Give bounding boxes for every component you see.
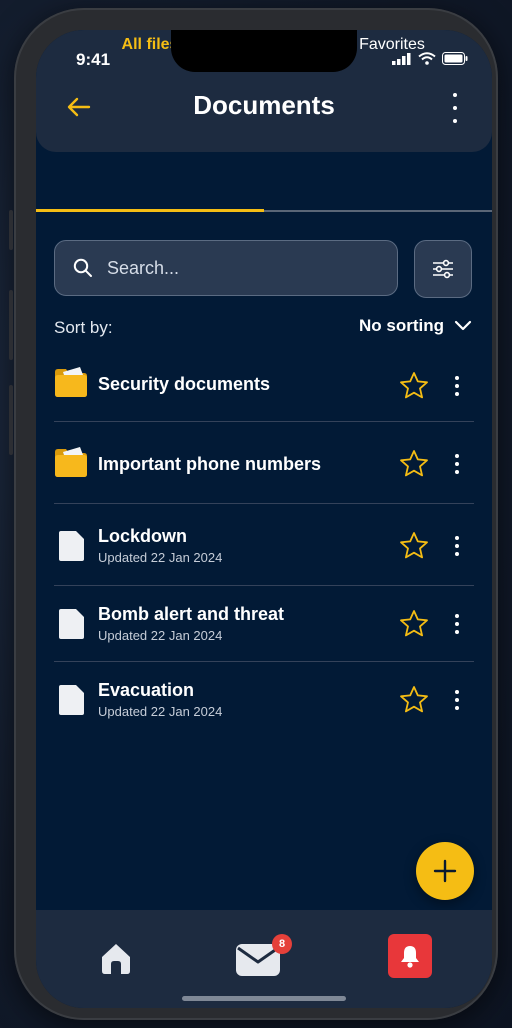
home-indicator [182, 996, 346, 1001]
sort-dropdown[interactable]: No sorting [359, 316, 472, 336]
list-item[interactable]: Important phone numbers [54, 422, 474, 504]
star-outline-icon[interactable] [398, 530, 430, 562]
star-outline-icon[interactable] [398, 608, 430, 640]
camera-notch [171, 30, 357, 72]
plus-icon [433, 859, 457, 883]
page-title: Documents [193, 90, 335, 120]
filter-button[interactable] [414, 240, 472, 298]
item-name: Security documents [98, 374, 271, 394]
document-icon [59, 531, 84, 561]
signal-icon [392, 52, 411, 65]
document-icon [59, 685, 84, 715]
nav-alerts-button[interactable] [388, 934, 432, 978]
mail-badge: 8 [272, 934, 292, 954]
list-item[interactable]: Evacuation Updated 22 Jan 2024 [54, 662, 474, 738]
wifi-icon [418, 52, 436, 65]
folder-icon [55, 447, 87, 477]
tab-active-indicator [36, 209, 264, 212]
sort-label: Sort by: [54, 318, 113, 337]
star-outline-icon[interactable] [398, 370, 430, 402]
document-list: Security documents Important phone numbe… [54, 360, 474, 738]
more-options-button[interactable] [450, 93, 460, 123]
item-more-button[interactable] [452, 376, 462, 396]
list-item[interactable]: Bomb alert and threat Updated 22 Jan 202… [54, 586, 474, 662]
home-icon [102, 944, 130, 974]
sliders-icon [433, 259, 453, 279]
item-updated: Updated 22 Jan 2024 [98, 704, 223, 719]
item-more-button[interactable] [452, 454, 462, 474]
item-name: Bomb alert and threat [98, 604, 285, 624]
add-document-button[interactable] [416, 842, 474, 900]
folder-icon [55, 367, 87, 397]
bottom-navigation: 8 [36, 910, 492, 1008]
item-updated: Updated 22 Jan 2024 [98, 550, 223, 565]
sort-value: No sorting [359, 316, 444, 335]
mute-switch [9, 210, 13, 250]
item-more-button[interactable] [452, 690, 462, 710]
star-outline-icon[interactable] [398, 448, 430, 480]
item-name: Evacuation [98, 680, 195, 700]
app-screen: Documents 9:41 All files Favorites Searc… [36, 30, 492, 1008]
battery-icon [442, 52, 468, 65]
item-more-button[interactable] [452, 536, 462, 556]
volume-up-button [9, 290, 13, 360]
item-name: Lockdown [98, 526, 187, 546]
item-updated: Updated 22 Jan 2024 [98, 628, 223, 643]
nav-home-button[interactable] [96, 938, 136, 978]
list-item[interactable]: Lockdown Updated 22 Jan 2024 [54, 504, 474, 586]
bell-icon [401, 946, 419, 968]
star-outline-icon[interactable] [398, 684, 430, 716]
list-item[interactable]: Security documents [54, 360, 474, 422]
nav-messages-button[interactable]: 8 [234, 934, 294, 982]
document-icon [59, 609, 84, 639]
search-input[interactable] [105, 256, 369, 280]
search-icon [73, 258, 92, 277]
chevron-down-icon [454, 320, 472, 331]
search-box[interactable] [54, 240, 398, 296]
item-name: Important phone numbers [98, 454, 322, 474]
item-more-button[interactable] [452, 614, 462, 634]
status-time: 9:41 [76, 50, 111, 69]
volume-down-button [9, 385, 13, 455]
